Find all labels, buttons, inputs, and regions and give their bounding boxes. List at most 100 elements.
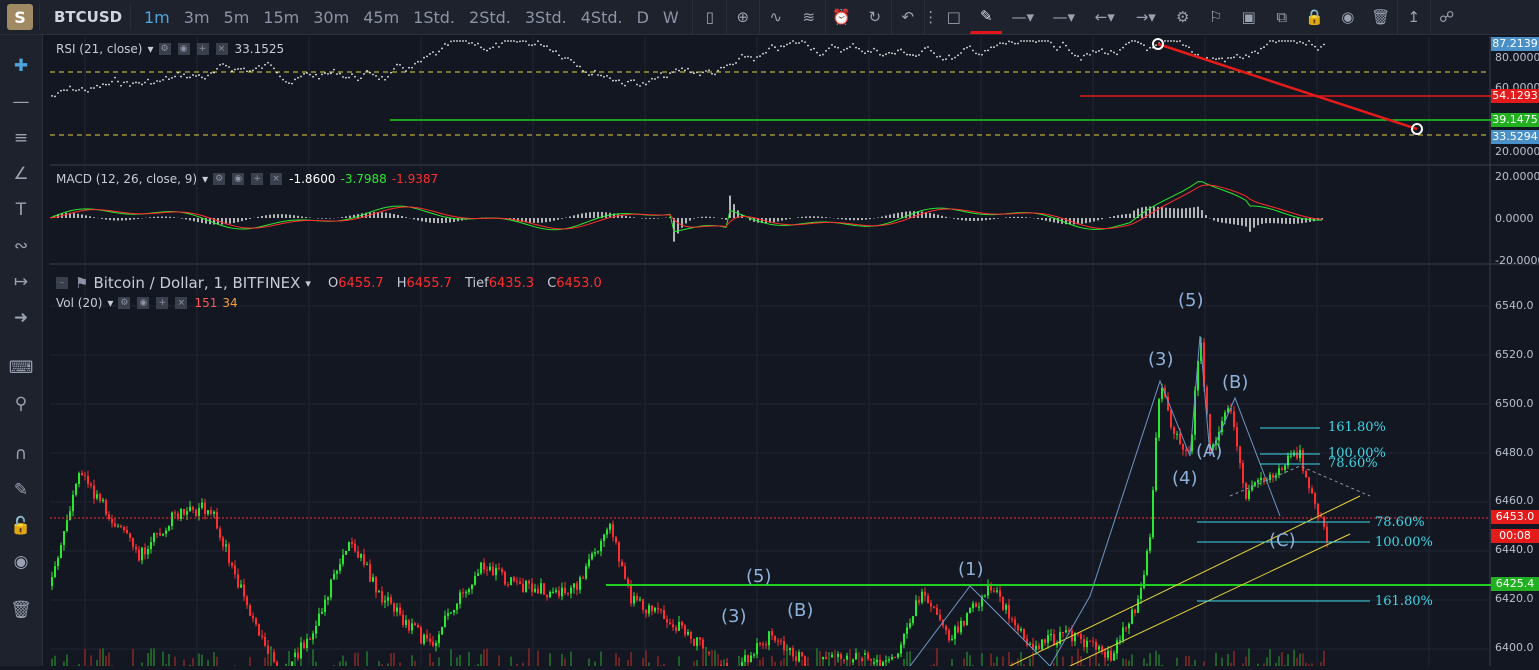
collapse-icon[interactable]: – [56, 277, 68, 289]
indicator-icon[interactable]: ∿ [759, 0, 792, 34]
close-icon[interactable]: × [270, 173, 282, 185]
wave-label[interactable]: (1) [958, 559, 984, 580]
rsi-dot [1254, 50, 1256, 52]
trend-line-icon[interactable]: — [0, 87, 42, 117]
lock-icon[interactable]: 🔒 [1298, 0, 1331, 34]
hide-icon[interactable]: ◉ [232, 173, 244, 185]
rsi-dot [1080, 59, 1082, 61]
templates-icon[interactable]: ≋ [792, 0, 825, 34]
zoom-icon[interactable]: ⚲ [0, 389, 42, 419]
interval-d[interactable]: D [630, 8, 656, 27]
remove-icon[interactable]: 🗑 [0, 595, 42, 625]
wave-label[interactable]: (B) [1222, 372, 1248, 393]
stay-drawing-icon[interactable]: ✎ [0, 475, 42, 505]
add-icon[interactable]: + [197, 43, 209, 55]
wave-label[interactable]: (3) [1148, 349, 1174, 370]
volume-legend[interactable]: Vol (20)▾ ⚙◉+× 151 34 [56, 296, 238, 310]
wave-label[interactable]: (3) [721, 606, 747, 627]
candle-body [126, 530, 128, 533]
pen-icon[interactable]: ✎ [970, 0, 1002, 34]
fib-icon[interactable]: ≡ [0, 123, 42, 153]
rsi-dot [270, 64, 272, 66]
hide-icon[interactable]: ◉ [0, 547, 42, 577]
interval-w[interactable]: W [656, 8, 686, 27]
drag-handle-icon[interactable]: ⋮ [924, 0, 937, 34]
camera-icon[interactable]: ☍ [1430, 0, 1463, 34]
interval-3m[interactable]: 3m [177, 8, 217, 27]
candle-body [1161, 388, 1163, 399]
rsi-dot [792, 40, 794, 42]
forecast-icon[interactable]: ↦ [0, 267, 42, 297]
rsi-dot [927, 46, 929, 48]
line-style-icon[interactable]: —▾ [1002, 0, 1043, 34]
compare-icon[interactable]: ⊕ [726, 0, 759, 34]
rsi-legend[interactable]: RSI (21, close)▾ ⚙◉+× 33.1525 [56, 42, 284, 56]
line-width-icon[interactable]: —▾ [1043, 0, 1084, 34]
add-icon[interactable]: + [251, 173, 263, 185]
candle-body [297, 653, 299, 659]
rsi-dot [279, 76, 281, 78]
wave-label[interactable]: (A) [1196, 441, 1222, 462]
add-alert-icon[interactable]: ⚐ [1199, 0, 1232, 34]
wave-label[interactable]: (B) [787, 600, 813, 621]
interval-3h[interactable]: 3Std. [518, 8, 574, 27]
hide-icon[interactable]: ◉ [178, 43, 190, 55]
settings-icon[interactable]: ⚙ [159, 43, 171, 55]
volume-bar [1029, 658, 1031, 666]
magnet-icon[interactable]: ∩ [0, 439, 42, 469]
trash-icon[interactable]: 🗑 [1364, 0, 1397, 34]
line-ends-left-icon[interactable]: ←▾ [1084, 0, 1125, 34]
chart-area[interactable] [50, 36, 1539, 670]
interval-5m[interactable]: 5m [217, 8, 257, 27]
symbol-search[interactable]: BTCUSD [39, 4, 131, 30]
interval-15m[interactable]: 15m [256, 8, 306, 27]
interval-45m[interactable]: 45m [356, 8, 406, 27]
alert-icon[interactable]: ⏰ [825, 0, 858, 34]
crosshair-icon[interactable]: ✚ [0, 51, 42, 81]
rsi-dot [345, 77, 347, 79]
candle-body [582, 577, 584, 578]
settings-icon[interactable]: ⚙ [1166, 0, 1199, 34]
pattern-icon[interactable]: ∾ [0, 231, 42, 261]
close-icon[interactable]: × [216, 43, 228, 55]
line-ends-right-icon[interactable]: →▾ [1125, 0, 1166, 34]
volume-bar [264, 657, 266, 666]
interval-30m[interactable]: 30m [306, 8, 356, 27]
undo-icon[interactable]: ↶ [891, 0, 924, 34]
replay-icon[interactable]: ↻ [858, 0, 891, 34]
brush-icon[interactable]: ∠ [0, 159, 42, 189]
wave-label[interactable]: (5) [1178, 290, 1204, 311]
main-legend[interactable]: – ⚑ Bitcoin / Dollar, 1, BITFINEX▾ O6455… [56, 274, 602, 292]
wave-label[interactable]: (5) [746, 566, 772, 587]
interval-1h[interactable]: 1Std. [406, 8, 462, 27]
macd-legend[interactable]: MACD (12, 26, close, 9)▾ ⚙◉+× -1.8600 -3… [56, 172, 438, 186]
drawings [50, 39, 1539, 666]
text-icon[interactable]: T [0, 195, 42, 225]
candles-icon[interactable]: ▯ [693, 0, 726, 34]
interval-4h[interactable]: 4Std. [574, 8, 630, 27]
candle-body [1128, 624, 1130, 628]
app-logo[interactable]: S [7, 4, 33, 30]
close-icon[interactable]: × [175, 297, 187, 309]
interval-1m[interactable]: 1m [137, 8, 177, 27]
wave-label[interactable]: (C) [1269, 530, 1296, 551]
add-icon[interactable]: + [156, 297, 168, 309]
rsi-title: RSI (21, close) [56, 42, 142, 56]
layers-icon[interactable]: ▣ [1232, 0, 1265, 34]
arrow-icon[interactable]: ➜ [0, 303, 42, 333]
volume-bar [840, 659, 842, 666]
measure-icon[interactable]: ↥ [1397, 0, 1430, 34]
ruler-icon[interactable]: ⌨ [0, 353, 42, 383]
hide-icon[interactable]: ◉ [137, 297, 149, 309]
chart-canvas[interactable] [50, 36, 1539, 666]
candle-body [570, 588, 572, 594]
clone-icon[interactable]: ⧉ [1265, 0, 1298, 34]
eye-icon[interactable]: ◉ [1331, 0, 1364, 34]
wave-label[interactable]: (4) [1172, 468, 1198, 489]
candle-body [300, 642, 302, 658]
unlock-icon[interactable]: 🔓 [0, 511, 42, 541]
settings-icon[interactable]: ⚙ [118, 297, 130, 309]
selection-icon[interactable]: □ [937, 0, 970, 34]
interval-2h[interactable]: 2Std. [462, 8, 518, 27]
settings-icon[interactable]: ⚙ [213, 173, 225, 185]
